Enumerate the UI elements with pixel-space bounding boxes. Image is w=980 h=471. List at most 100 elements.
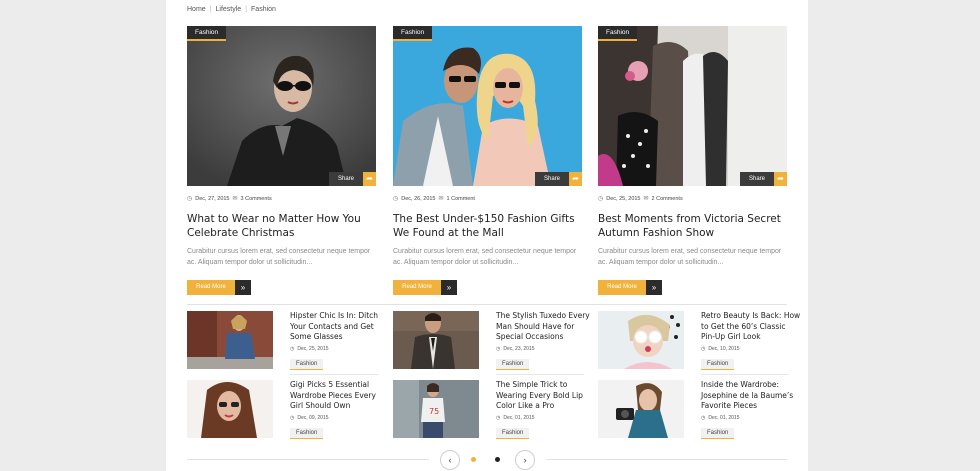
- list-thumbnail[interactable]: [187, 380, 273, 438]
- category-tag[interactable]: Fashion: [187, 26, 227, 41]
- list-item-title[interactable]: Retro Beauty Is Back: How to Get the 60’…: [701, 311, 801, 343]
- featured-image[interactable]: Fashion Share ➦: [393, 26, 582, 186]
- post-meta: ◷ Dec, 27, 2015 ✉ 3 Comments: [187, 195, 376, 203]
- list-item-category[interactable]: Fashion: [290, 427, 324, 439]
- list-item-title[interactable]: Hipster Chic Is In: Ditch Your Contacts …: [290, 311, 390, 343]
- post-meta: ◷ Dec, 25, 2015 ✉ 2 Comments: [598, 195, 787, 203]
- row-separator: [701, 374, 789, 375]
- category-tag[interactable]: Fashion: [598, 26, 638, 41]
- photographer-photo: [598, 380, 684, 438]
- list-item-title[interactable]: Gigi Picks 5 Essential Wardrobe Pieces E…: [290, 380, 390, 412]
- read-more-button[interactable]: Read More »: [393, 280, 582, 295]
- share-label: Share: [535, 172, 569, 186]
- post-date: Dec, 26, 2015: [401, 195, 436, 202]
- share-label: Share: [329, 172, 363, 186]
- pagination: ‹ ›: [166, 448, 808, 470]
- post-excerpt: Curabitur cursus lorem erat, sed consect…: [187, 248, 371, 266]
- list-item-category[interactable]: Fashion: [701, 427, 735, 439]
- page-container: Home | Lifestyle | Fashion Fashion Share…: [166, 0, 808, 471]
- breadcrumb-lifestyle[interactable]: Lifestyle: [216, 6, 242, 13]
- list-thumbnail[interactable]: [187, 311, 273, 369]
- list-item-meta: ◷ Dec, 09, 2015: [290, 415, 390, 421]
- list-item: Retro Beauty Is Back: How to Get the 60’…: [598, 311, 801, 370]
- gigi-photo: [187, 380, 273, 438]
- featured-image[interactable]: Fashion Share ➦: [598, 26, 787, 186]
- list-item-category[interactable]: Fashion: [496, 358, 530, 370]
- pager-dot[interactable]: [495, 457, 500, 462]
- list-item-title[interactable]: Inside the Wardrobe: Josephine de la Bau…: [701, 380, 801, 412]
- list-item: Gigi Picks 5 Essential Wardrobe Pieces E…: [187, 380, 390, 439]
- list-thumbnail[interactable]: [393, 311, 479, 369]
- read-more-label: Read More: [187, 280, 235, 295]
- featured-card: Fashion Share ➦ ◷ Dec, 26, 2015 ✉ 1 Comm…: [393, 26, 582, 295]
- list-item-meta: ◷ Dec, 25, 2015: [290, 346, 390, 352]
- list-item: Inside the Wardrobe: Josephine de la Bau…: [598, 380, 801, 439]
- list-item-date: Dec, 23, 2015: [503, 345, 535, 352]
- svg-text:75: 75: [429, 407, 439, 416]
- list-item-category[interactable]: Fashion: [290, 358, 324, 370]
- double-chevron-right-icon: »: [235, 280, 251, 295]
- post-date: Dec, 25, 2015: [606, 195, 641, 202]
- post-excerpt: Curabitur cursus lorem erat, sed consect…: [598, 248, 782, 266]
- comment-icon: ✉: [643, 196, 649, 202]
- list-item-title[interactable]: The Simple Trick to Wearing Every Bold L…: [496, 380, 596, 412]
- post-date: Dec, 27, 2015: [195, 195, 230, 202]
- pager-dot-active[interactable]: [471, 457, 476, 462]
- chevron-left-icon[interactable]: ‹: [440, 450, 460, 470]
- share-icon: ➦: [363, 172, 376, 186]
- list-item-category[interactable]: Fashion: [496, 427, 530, 439]
- pager-line-right: [546, 459, 787, 460]
- category-tag[interactable]: Fashion: [393, 26, 433, 41]
- woman-sunglasses-photo: [187, 26, 376, 186]
- pager-line-left: [187, 459, 429, 460]
- couple-photo: [393, 26, 582, 186]
- read-more-button[interactable]: Read More »: [187, 280, 376, 295]
- clock-icon: ◷: [187, 196, 193, 202]
- section-divider: [187, 304, 787, 305]
- list-item-date: Dec, 09, 2015: [297, 414, 329, 421]
- comment-count[interactable]: 1 Comment: [447, 196, 475, 202]
- tuxedo-photo: [393, 311, 479, 369]
- list-item-meta: ◷ Dec, 23, 2015: [496, 346, 596, 352]
- post-title[interactable]: Best Moments from Victoria Secret Autumn…: [598, 213, 787, 240]
- list-item-date: Dec, 01, 2015: [708, 414, 740, 421]
- share-button[interactable]: Share ➦: [740, 172, 787, 186]
- list-item-date: Dec, 01, 2015: [503, 414, 535, 421]
- clock-icon: ◷: [290, 345, 295, 352]
- list-item: 75 The Simple Trick to Wearing Every Bol…: [393, 380, 596, 439]
- list-thumbnail[interactable]: [598, 311, 684, 369]
- comment-icon: ✉: [438, 196, 444, 202]
- list-item-meta: ◷ Dec, 01, 2015: [496, 415, 596, 421]
- list-item: Hipster Chic Is In: Ditch Your Contacts …: [187, 311, 390, 370]
- comment-icon: ✉: [232, 196, 238, 202]
- list-item-meta: ◷ Dec, 10, 2015: [701, 346, 801, 352]
- post-title[interactable]: What to Wear no Matter How You Celebrate…: [187, 213, 376, 240]
- list-item-category[interactable]: Fashion: [701, 358, 735, 370]
- breadcrumb-current: Fashion: [251, 6, 276, 13]
- list-thumbnail[interactable]: [598, 380, 684, 438]
- row-separator: [496, 374, 584, 375]
- row-separator: [290, 374, 378, 375]
- featured-image[interactable]: Fashion Share ➦: [187, 26, 376, 186]
- post-meta: ◷ Dec, 26, 2015 ✉ 1 Comment: [393, 195, 582, 203]
- chevron-right-icon[interactable]: ›: [515, 450, 535, 470]
- list-item-title[interactable]: The Stylish Tuxedo Every Man Should Have…: [496, 311, 596, 343]
- breadcrumb-separator: |: [209, 6, 212, 13]
- post-title[interactable]: The Best Under-$150 Fashion Gifts We Fou…: [393, 213, 582, 240]
- breadcrumb-home[interactable]: Home: [187, 6, 206, 13]
- share-button[interactable]: Share ➦: [329, 172, 376, 186]
- clock-icon: ◷: [290, 414, 295, 421]
- read-more-label: Read More: [393, 280, 441, 295]
- clock-icon: ◷: [393, 196, 399, 202]
- share-button[interactable]: Share ➦: [535, 172, 582, 186]
- runway-show-photo: [598, 26, 787, 186]
- share-icon: ➦: [569, 172, 582, 186]
- comment-count[interactable]: 3 Comments: [241, 196, 272, 202]
- comment-count[interactable]: 2 Comments: [652, 196, 683, 202]
- featured-card: Fashion Share ➦ ◷ Dec, 27, 2015 ✉ 3 Comm…: [187, 26, 376, 295]
- list-item-date: Dec, 10, 2015: [708, 345, 740, 352]
- clock-icon: ◷: [701, 414, 706, 421]
- list-thumbnail[interactable]: 75: [393, 380, 479, 438]
- read-more-button[interactable]: Read More »: [598, 280, 787, 295]
- list-item-date: Dec, 25, 2015: [297, 345, 329, 352]
